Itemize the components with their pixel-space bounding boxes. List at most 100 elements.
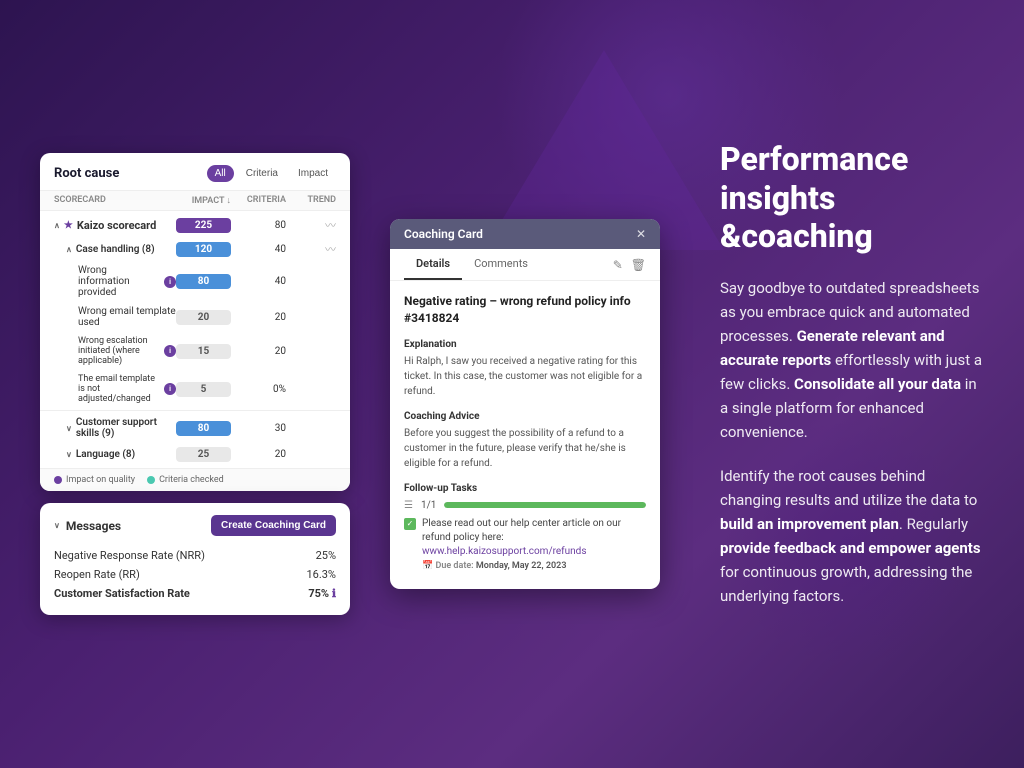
impact-badge: 25 [176, 447, 231, 462]
row-label: ∨ Customer support skills (9) [54, 417, 176, 439]
legend-dot-purple [54, 476, 62, 484]
trash-icon[interactable]: 🗑 [631, 258, 646, 272]
coaching-card-title: Coaching Card [404, 227, 483, 241]
coaching-card: Coaching Card ✕ Details Comments ✎ 🗑 Neg… [390, 219, 660, 589]
advice-text: Before you suggest the possibility of a … [404, 426, 646, 471]
bold-text-1: Generate relevant and accurate reports [720, 327, 945, 369]
followup-text: Please read out our help center article … [422, 517, 646, 559]
chevron-icon: ∨ [66, 424, 72, 433]
col-criteria: CRITERIA [231, 195, 286, 206]
criteria-val: 20 [231, 312, 286, 323]
impact-badge: 20 [176, 310, 231, 325]
para-2: Identify the root causes behind changing… [720, 464, 984, 608]
para-1: Say goodbye to outdated spreadsheets as … [720, 276, 984, 444]
row-label: The email template is not adjusted/chang… [54, 374, 176, 404]
scorecard-title: Root cause [54, 166, 119, 181]
page-heading: Performance insights&coaching [720, 140, 984, 255]
tab-details[interactable]: Details [404, 249, 462, 280]
info-icon: i [164, 276, 176, 288]
col-trend: TREND [286, 195, 336, 206]
table-row: Wrong information provided i 80 40 [40, 261, 350, 302]
tab-comments[interactable]: Comments [462, 249, 540, 280]
followup-item: ✓ Please read out our help center articl… [404, 517, 646, 571]
table-row: ∨ Language (8) 25 20 [40, 443, 350, 466]
legend-criteria: Criteria checked [147, 475, 224, 485]
info-icon: i [164, 383, 176, 395]
row-label: ∧ Case handling (8) [54, 244, 176, 255]
edit-icon[interactable]: ✎ [613, 258, 623, 272]
messages-title: ∨ Messages [54, 519, 121, 533]
impact-badge: 80 [176, 421, 231, 436]
filter-all-button[interactable]: All [207, 165, 234, 182]
col-impact: IMPACT ↓ [176, 195, 231, 206]
legend-dot-teal [147, 476, 155, 484]
advice-label: Coaching Advice [404, 411, 646, 422]
refund-policy-link[interactable]: www.help.kaizosupport.com/refunds [422, 546, 587, 557]
row-label: ∨ Language (8) [54, 449, 176, 460]
table-body: ∧ ★ Kaizo scorecard 225 80 〰 ∧ Case hand… [40, 211, 350, 468]
coaching-ticket-title: Negative rating – wrong refund policy in… [404, 293, 646, 327]
scorecard-card: Root cause All Criteria Impact SCORECARD… [40, 153, 350, 491]
impact-badge: 5 [176, 382, 231, 397]
list-icon: ☰ [404, 500, 413, 511]
impact-badge: 15 [176, 344, 231, 359]
table-row: The email template is not adjusted/chang… [40, 370, 350, 408]
messages-row-rr: Reopen Rate (RR) 16.3% [54, 565, 336, 584]
legend-impact: Impact on quality [54, 475, 135, 485]
info-icon: i [164, 345, 176, 357]
divider [40, 410, 350, 411]
explanation-label: Explanation [404, 339, 646, 350]
impact-badge: 225 [176, 218, 231, 233]
coaching-body: Negative rating – wrong refund policy in… [390, 281, 660, 589]
table-header: SCORECARD IMPACT ↓ CRITERIA TREND [40, 190, 350, 211]
trend-sparkline: 〰 [286, 241, 336, 257]
calendar-icon: 📅 [422, 561, 433, 571]
bold-text-2: Consolidate all your data [794, 375, 961, 393]
star-icon: ★ [64, 220, 73, 231]
criteria-val: 40 [231, 244, 286, 255]
filter-criteria-button[interactable]: Criteria [238, 165, 286, 182]
chevron-icon: ∨ [54, 521, 60, 530]
col-scorecard: SCORECARD [54, 195, 176, 206]
messages-card: ∨ Messages Create Coaching Card Negative… [40, 503, 350, 615]
impact-badge: 80 [176, 274, 231, 289]
criteria-val: 20 [231, 346, 286, 357]
criteria-val: 40 [231, 276, 286, 287]
bold-text-4: provide feedback and empower agents [720, 539, 981, 557]
coaching-tabs: Details Comments ✎ 🗑 [390, 249, 660, 281]
messages-row-nrr: Negative Response Rate (NRR) 25% [54, 546, 336, 565]
table-row: ∧ ★ Kaizo scorecard 225 80 〰 [40, 213, 350, 237]
criteria-val: 30 [231, 423, 286, 434]
row-label: ∧ ★ Kaizo scorecard [54, 219, 176, 232]
table-row: Wrong escalation initiated (where applic… [40, 332, 350, 370]
create-coaching-card-button[interactable]: Create Coaching Card [211, 515, 336, 536]
chevron-icon: ∧ [54, 221, 60, 230]
progress-bar [444, 502, 646, 508]
filter-impact-button[interactable]: Impact [290, 165, 336, 182]
row-label: Wrong email template used [54, 306, 176, 328]
coaching-tab-group: Details Comments [404, 249, 540, 280]
table-row: ∧ Case handling (8) 120 40 〰 [40, 237, 350, 261]
criteria-val: 20 [231, 449, 286, 460]
row-label: Wrong escalation initiated (where applic… [54, 336, 176, 366]
followup-header: Follow-up Tasks [404, 483, 646, 494]
scorecard-header: Root cause All Criteria Impact [40, 153, 350, 190]
impact-badge: 120 [176, 242, 231, 257]
criteria-val: 0% [231, 384, 286, 395]
criteria-val: 80 [231, 220, 286, 231]
row-label: Wrong information provided i [54, 265, 176, 298]
coaching-tab-icons: ✎ 🗑 [613, 258, 646, 272]
followup-item-content: Please read out our help center article … [422, 517, 646, 571]
bold-text-3: build an improvement plan [720, 515, 899, 533]
close-icon[interactable]: ✕ [636, 227, 646, 241]
right-text-panel: Performance insights&coaching Say goodby… [700, 140, 984, 627]
coaching-card-header: Coaching Card ✕ [390, 219, 660, 249]
chevron-icon: ∧ [66, 245, 72, 254]
legend: Impact on quality Criteria checked [40, 468, 350, 491]
messages-header: ∨ Messages Create Coaching Card [54, 515, 336, 536]
chevron-icon: ∨ [66, 450, 72, 459]
trend-sparkline: 〰 [286, 217, 336, 233]
check-icon: ✓ [404, 518, 416, 530]
table-row: Wrong email template used 20 20 [40, 302, 350, 332]
left-panel: Root cause All Criteria Impact SCORECARD… [40, 153, 350, 615]
